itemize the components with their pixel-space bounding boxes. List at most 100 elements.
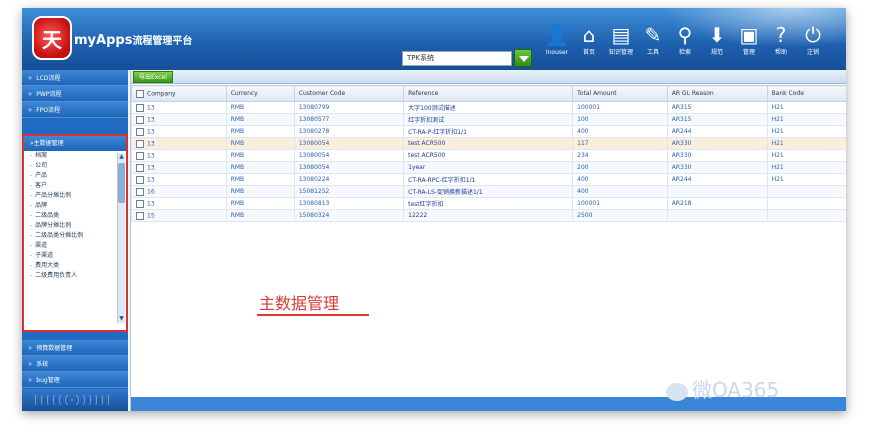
cell-value: 13 (147, 116, 155, 123)
row-checkbox[interactable] (136, 115, 144, 124)
app-title-sub: 流程管理平台 (132, 36, 193, 47)
table-cell: 13080577 (293, 113, 405, 126)
tree-item[interactable]: 费用大类 (24, 261, 116, 271)
table-row[interactable]: 13 RMB 13080054 test ACR500 117 AR330 H21 (131, 137, 846, 150)
cell-value: RMB (230, 116, 245, 123)
tree-item[interactable]: 品牌分摊比例 (24, 221, 116, 231)
table-row[interactable]: 13 RMB 13080054 1year 200 AR330 H21 (131, 161, 846, 174)
cell-value: RMB (230, 140, 245, 147)
toolbar-button-6[interactable]: ▣ 管理 (734, 22, 764, 68)
row-checkbox[interactable] (136, 175, 144, 184)
scroll-thumb[interactable] (118, 163, 125, 203)
app-title-main: myApps (74, 33, 133, 48)
cell-value: CT-RA-P-红字折扣1/1 (408, 129, 467, 136)
cell-value: test ACR500 (408, 140, 446, 147)
row-checkbox[interactable] (136, 127, 144, 136)
row-checkbox[interactable] (136, 211, 144, 220)
table-row[interactable]: 13 RMB 13080278 CT-RA-P-红字折扣1/1 400 AR244 H21 (131, 125, 846, 138)
tree-scrollbar[interactable]: ▲ ▼ (117, 153, 125, 323)
sidebar-item[interactable]: » LCD流程 (22, 70, 128, 86)
sidebar-item-master-data[interactable]: »主数据管理 (24, 136, 126, 151)
row-checkbox[interactable] (136, 199, 144, 208)
table-row[interactable]: 13 RMB 13080813 test红字折扣 100001 AR218 (131, 197, 846, 210)
toolbar-button-1[interactable]: ⌂ 首页 (574, 22, 604, 68)
table-cell: 13080799 (293, 101, 405, 114)
table-cell: 13 (131, 101, 227, 114)
cell-value: 2500 (577, 212, 593, 219)
tree-item[interactable]: 公司 (24, 161, 116, 171)
table-cell: RMB (225, 149, 295, 162)
export-excel-button[interactable]: 导出Excel (133, 71, 173, 83)
cell-value: 15 (147, 212, 155, 219)
logo-icon: 天 (32, 16, 72, 60)
table-row[interactable]: 13 RMB 13080054 test ACR500 234 AR330 H21 (131, 149, 846, 162)
table-cell: 13080813 (293, 197, 405, 210)
cell-value: 12222 (408, 212, 428, 219)
cell-value: 400 (577, 188, 589, 195)
tree-item[interactable]: 二级品类 (24, 211, 116, 221)
cell-value: 15080324 (298, 212, 330, 219)
column-header[interactable]: Currency (225, 85, 295, 102)
tree-item[interactable]: 产品分摊比例 (24, 191, 116, 201)
column-header[interactable]: AR GL Reason (666, 85, 768, 102)
toolbar-button-0[interactable]: 👤 Inouser (542, 22, 572, 68)
toolbar-button-2[interactable]: ▤ 知识管理 (606, 22, 636, 68)
toolbar-button-5[interactable]: ⬇ 规范 (702, 22, 732, 68)
toolbar-button-3[interactable]: ✎ 工具 (638, 22, 668, 68)
table-row[interactable]: 13 RMB 13080799 大字100测试描述 100001 AR315 H21 (131, 101, 846, 114)
toolbar-button-label: 帮助 (774, 49, 787, 56)
watermark: 微OA365 (666, 374, 779, 403)
column-header[interactable]: Company (131, 85, 227, 102)
tree-item[interactable]: 子渠道 (24, 251, 116, 261)
table-cell: 117 (572, 137, 668, 150)
sidebar-item[interactable]: » FPO流程 (22, 102, 128, 118)
row-checkbox[interactable] (136, 151, 144, 160)
row-checkbox[interactable] (136, 187, 144, 196)
table-cell: 100001 (572, 101, 668, 114)
sidebar-item[interactable]: » PWP流程 (22, 86, 128, 102)
sidebar-bottom-items: » 预算数据管理» 系统» bug管理 (22, 340, 128, 388)
site-select-dropdown-button[interactable] (514, 49, 532, 67)
row-checkbox[interactable] (136, 139, 144, 148)
tree-item[interactable]: 客户 (24, 181, 116, 191)
tree-item[interactable]: 档案 (24, 151, 116, 161)
sidebar-item[interactable]: » bug管理 (22, 372, 128, 388)
scroll-down-icon[interactable]: ▼ (118, 315, 125, 323)
column-header[interactable]: Total Amount (572, 85, 668, 102)
cell-value: H21 (771, 104, 784, 111)
cell-value: 200 (577, 164, 589, 171)
row-checkbox[interactable] (136, 163, 144, 172)
toolbar-button-7[interactable]: ? 帮助 (766, 22, 796, 68)
column-header-label: Customer Code (298, 90, 346, 97)
sidebar: »LCD流程»PWP流程»FPO流程 »主数据管理 档案公司产品客户产品分摊比例… (22, 70, 128, 411)
scroll-up-icon[interactable]: ▲ (118, 153, 125, 161)
table-row[interactable]: 16 RMB 15081252 CT-RA-LS-促销换新描述1/1 400 (131, 185, 846, 198)
tree-item[interactable]: 二级费用负责人 (24, 271, 116, 281)
table-cell: RMB (225, 125, 295, 138)
sidebar-item[interactable]: » 预算数据管理 (22, 340, 128, 356)
user-icon: 👤 (544, 23, 570, 47)
table-row[interactable]: 13 RMB 13080577 红字折扣测试 100 AR315 H21 (131, 113, 846, 126)
tree-item[interactable]: 品牌 (24, 201, 116, 211)
cell-value: CT-RA-RPC-红字折扣1/1 (408, 177, 476, 184)
column-header[interactable]: Bank Code (766, 85, 846, 102)
site-select[interactable]: TPK系统 (402, 51, 512, 66)
column-header[interactable]: Reference (403, 85, 574, 102)
tree-item[interactable]: 渠道 (24, 241, 116, 251)
table-row[interactable]: 15 RMB 15080324 12222 2500 (131, 209, 846, 222)
table-cell: RMB (225, 209, 295, 222)
cell-value: 13080054 (298, 164, 330, 171)
row-checkbox[interactable] (136, 103, 144, 112)
toolbar-button-4[interactable]: ⚲ 检索 (670, 22, 700, 68)
column-header[interactable]: Customer Code (293, 85, 405, 102)
toolbar-button-8[interactable]: ⏻ 注销 (798, 22, 828, 68)
table-cell (766, 197, 846, 210)
cell-value: RMB (230, 128, 245, 135)
table-cell: 15080324 (293, 209, 405, 222)
select-all-checkbox[interactable] (136, 89, 144, 98)
tree-item[interactable]: 产品 (24, 171, 116, 181)
sidebar-item[interactable]: » 系统 (22, 356, 128, 372)
table-row[interactable]: 13 RMB 13080224 CT-RA-RPC-红字折扣1/1 400 AR244 H2… (131, 173, 846, 186)
table-body: 13 RMB 13080799 大字100测试描述 100001 AR315 H21 13 RM… (131, 101, 846, 222)
tree-item[interactable]: 二级品类分摊比例 (24, 231, 116, 241)
